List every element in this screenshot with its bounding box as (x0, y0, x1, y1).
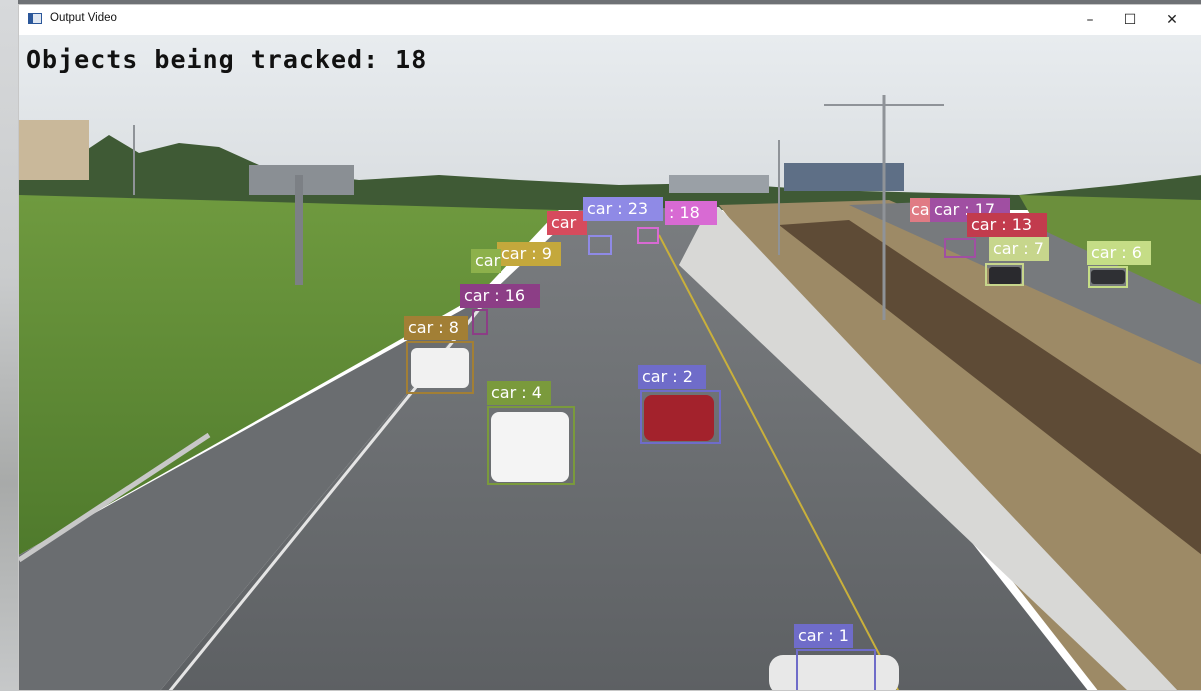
video-frame: Objects being tracked: 18 car : 1 car : … (19, 35, 1201, 690)
detection-box-car-6 (1088, 266, 1128, 288)
detection-box-car-16 (472, 309, 488, 335)
minimize-button[interactable]: – (1070, 5, 1110, 35)
detection-box-car-4 (487, 406, 575, 485)
detection-label-car-4: car : 4 (487, 381, 551, 405)
app-window-icon (28, 13, 42, 24)
detection-label-car-16: car : 16 (460, 284, 540, 308)
detection-label-car-23: car : 23 (583, 197, 663, 221)
detection-label-car-6: car : 6 (1087, 241, 1151, 265)
highway-scene (19, 35, 1201, 690)
detection-box-car-23 (588, 235, 612, 255)
objects-tracked-counter: Objects being tracked: 18 (26, 45, 428, 74)
detection-box-car-1 (796, 649, 876, 690)
detection-label-car-18: : 18 (665, 201, 717, 225)
detection-label-car-1: car : 1 (794, 624, 853, 648)
detection-label-car-7: car : 7 (989, 237, 1049, 261)
background-window-edge (0, 0, 18, 691)
detection-label-car-red: car (547, 211, 587, 235)
title-bar[interactable]: Output Video – ☐ ✕ (19, 5, 1201, 35)
detection-box-car-8 (406, 341, 474, 394)
detection-box-car-18 (637, 227, 659, 244)
detection-label-car-13: car : 13 (967, 213, 1047, 237)
maximize-button[interactable]: ☐ (1110, 5, 1150, 35)
detection-box-car-17 (944, 238, 976, 258)
output-video-window[interactable]: Output Video – ☐ ✕ Objects being tracked… (18, 4, 1201, 691)
detection-label-car-partial: car (471, 249, 501, 273)
detection-box-car-2 (640, 390, 721, 444)
close-button[interactable]: ✕ (1152, 5, 1192, 35)
detection-box-car-7 (985, 263, 1024, 286)
window-title: Output Video (50, 12, 117, 24)
detection-label-car-partial-2: ca (910, 198, 932, 222)
detection-label-car-2: car : 2 (638, 365, 706, 389)
detection-label-car-9: car : 9 (497, 242, 561, 266)
detection-label-car-8: car : 8 (404, 316, 468, 340)
